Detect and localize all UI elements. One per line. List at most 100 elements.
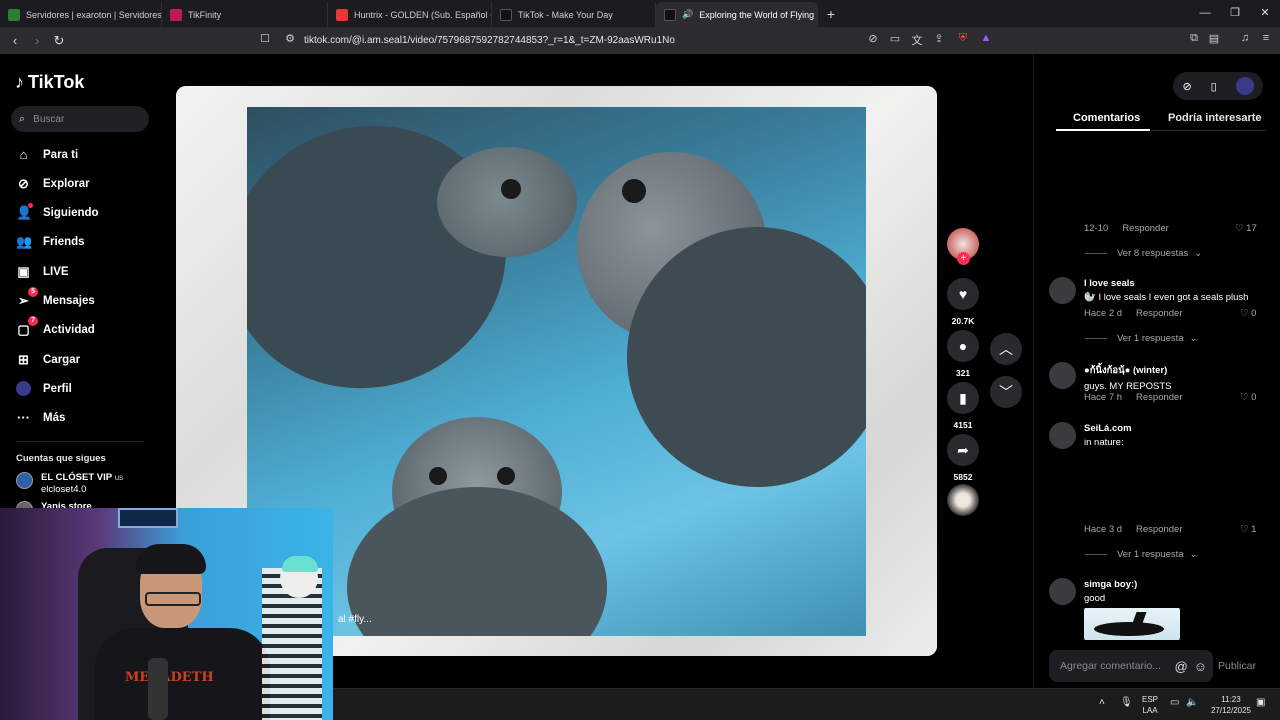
sidebar-toggle-icon[interactable]: ▤ — [1206, 32, 1222, 45]
more-icon: ··· — [17, 410, 30, 425]
mention-icon[interactable]: @ — [1175, 659, 1188, 674]
friends-icon: 👥 — [16, 234, 33, 249]
nav-perfil[interactable]: Perfil — [16, 381, 72, 396]
speaker-icon: 🔊 — [682, 9, 694, 19]
profile-avatar[interactable] — [1235, 77, 1254, 95]
tab-podria-interesarte[interactable]: Podría interesarte — [1168, 112, 1262, 124]
view-replies[interactable]: Ver 1 respuesta ⌄ — [1085, 333, 1198, 344]
emoji-icon[interactable]: ☺ — [1194, 659, 1207, 674]
comment-author[interactable]: I love seals — [1084, 278, 1248, 289]
translate-icon[interactable]: 文 — [909, 32, 925, 48]
language-indicator[interactable]: ESP LAA — [1142, 694, 1158, 716]
previous-video-button[interactable]: ︿ — [990, 333, 1022, 365]
volume-icon[interactable]: 🔈 — [1186, 697, 1198, 708]
comment-like[interactable]: ♡ 0 — [1240, 308, 1256, 319]
back-icon[interactable]: ‹ — [4, 33, 26, 48]
nav-label: Siguiendo — [43, 207, 99, 219]
nav-live[interactable]: ▣ LIVE — [16, 264, 68, 280]
forward-icon[interactable]: › — [26, 33, 48, 48]
video-caption[interactable]: al #fly... — [338, 614, 372, 625]
nav-cargar[interactable]: ⊞ Cargar — [16, 352, 80, 368]
seal-emoji: 🦭 — [1084, 292, 1096, 303]
follow-plus-icon[interactable]: + — [957, 252, 970, 265]
tab-exploring[interactable]: 🔊 Exploring the World of Flying ✕ — [656, 2, 818, 27]
new-tab-button[interactable]: + — [818, 2, 844, 27]
nav-friends[interactable]: 👥 Friends — [16, 234, 85, 250]
tab-exaroton[interactable]: Servidores | exaroton | Servidores de — [0, 2, 162, 27]
comment-text: in nature: — [1084, 437, 1124, 448]
like-button[interactable]: ♥ 20.7K — [947, 278, 979, 326]
skeleton-cap — [282, 556, 318, 572]
comment-avatar[interactable] — [1049, 362, 1076, 389]
comment-like[interactable]: ♡ 17 — [1235, 223, 1257, 234]
network-icon[interactable]: ▭ — [1170, 697, 1179, 708]
sound-disc[interactable] — [947, 484, 979, 516]
comment-like[interactable]: ♡ 1 — [1240, 524, 1256, 535]
brave-shield-icon[interactable]: ⛨ — [955, 32, 971, 45]
nav-mas[interactable]: ··· Más — [16, 410, 65, 425]
reply-link[interactable]: Responder — [1136, 392, 1182, 403]
share-icon[interactable]: ⇪ — [931, 32, 947, 45]
sound-off-icon[interactable]: ⊘ — [865, 32, 881, 45]
tab-youtube[interactable]: Huntrix - GOLDEN (Sub. Español + Ly — [328, 2, 492, 27]
bookmark-icon[interactable]: ☐ — [257, 32, 273, 45]
creator-avatar[interactable]: + — [947, 228, 979, 265]
tiktok-note-icon: ♪ — [15, 72, 24, 92]
search-icon: ⌕ — [19, 112, 26, 125]
save-button[interactable]: ▮ 4151 — [947, 382, 979, 430]
tab-tiktok[interactable]: TikTok - Make Your Day — [492, 2, 656, 27]
upload-icon: ⊞ — [18, 352, 29, 367]
comment-avatar[interactable] — [1049, 277, 1076, 304]
view-replies[interactable]: Ver 8 respuestas ⌄ — [1085, 248, 1202, 259]
comment-author[interactable]: SeiLá.com — [1084, 423, 1132, 434]
person-hair — [136, 544, 206, 574]
reload-icon[interactable]: ↻ — [48, 33, 70, 49]
nav-para-ti[interactable]: ⌂ Para ti — [16, 147, 79, 162]
comment-placeholder: Agregar comentario... — [1060, 660, 1161, 672]
cast-icon[interactable]: ▭ — [887, 32, 903, 45]
comment-button[interactable]: ● 321 — [947, 330, 979, 378]
reply-link[interactable]: Responder — [1136, 524, 1182, 535]
reply-link[interactable]: Responder — [1136, 308, 1182, 319]
tiktok-logo[interactable]: ♪ TikTok — [15, 72, 84, 93]
next-video-button[interactable]: ﹀ — [990, 376, 1022, 408]
share-button[interactable]: ➦ 5852 — [947, 434, 979, 482]
notifications-icon[interactable]: ▣ — [1256, 697, 1265, 708]
nav-explorar[interactable]: ⊘ Explorar — [16, 176, 90, 192]
nav-siguiendo[interactable]: 👤 Siguiendo — [16, 203, 99, 221]
activity-icon: ▢ 7 — [16, 316, 38, 338]
clock[interactable]: 11:23 27/12/2025 — [1205, 694, 1257, 716]
rewards-icon[interactable]: ▲ — [978, 32, 994, 44]
microphone-icon[interactable]: 🎙 — [1120, 697, 1133, 708]
minimize-icon[interactable]: — — [1190, 0, 1220, 27]
tab-comentarios[interactable]: Comentarios — [1073, 112, 1140, 124]
like-count: 1 — [1251, 524, 1257, 535]
comment-like[interactable]: ♡ 0 — [1240, 392, 1256, 403]
media-icon[interactable]: ♫ — [1237, 32, 1253, 44]
extensions-icon[interactable]: ⧉ — [1186, 32, 1202, 45]
nav-actividad[interactable]: ▢ 7 Actividad — [16, 316, 95, 338]
comment-author[interactable]: simga boy:) — [1084, 579, 1137, 590]
nav-mensajes[interactable]: ➢ 5 Mensajes — [16, 287, 95, 309]
active-tab-indicator — [1056, 129, 1150, 131]
comment-avatar[interactable] — [1049, 422, 1076, 449]
menu-icon[interactable]: ≡ — [1258, 32, 1274, 44]
comment-image[interactable] — [1084, 608, 1180, 640]
music-disc-icon — [947, 484, 979, 516]
view-replies[interactable]: Ver 1 respuesta ⌄ — [1085, 549, 1198, 560]
profile-icon — [16, 381, 31, 396]
account-el-closet[interactable]: EL CLÓSET VIP us elcloset4.0 — [16, 472, 123, 496]
search-input[interactable]: ⌕ Buscar — [11, 106, 149, 132]
maximize-icon[interactable]: ❐ — [1220, 0, 1250, 27]
chevron-up-icon[interactable]: ˄ — [1099, 697, 1105, 708]
phone-icon[interactable]: ▯ — [1211, 80, 1217, 93]
compass-icon[interactable]: ⊘ — [1182, 80, 1191, 93]
close-window-icon[interactable]: ✕ — [1250, 0, 1280, 27]
publish-button[interactable]: Publicar — [1218, 660, 1256, 672]
comment-input[interactable]: Agregar comentario... @ ☺ — [1049, 650, 1213, 682]
tab-tikfinity[interactable]: TikFinity — [162, 2, 328, 27]
tiktok-icon — [500, 8, 512, 21]
reply-link[interactable]: Responder — [1122, 223, 1168, 234]
comment-avatar[interactable] — [1049, 578, 1076, 605]
comment-author[interactable]: ●ก้นิ้งก้อนฺ้● (winter) — [1084, 363, 1171, 378]
